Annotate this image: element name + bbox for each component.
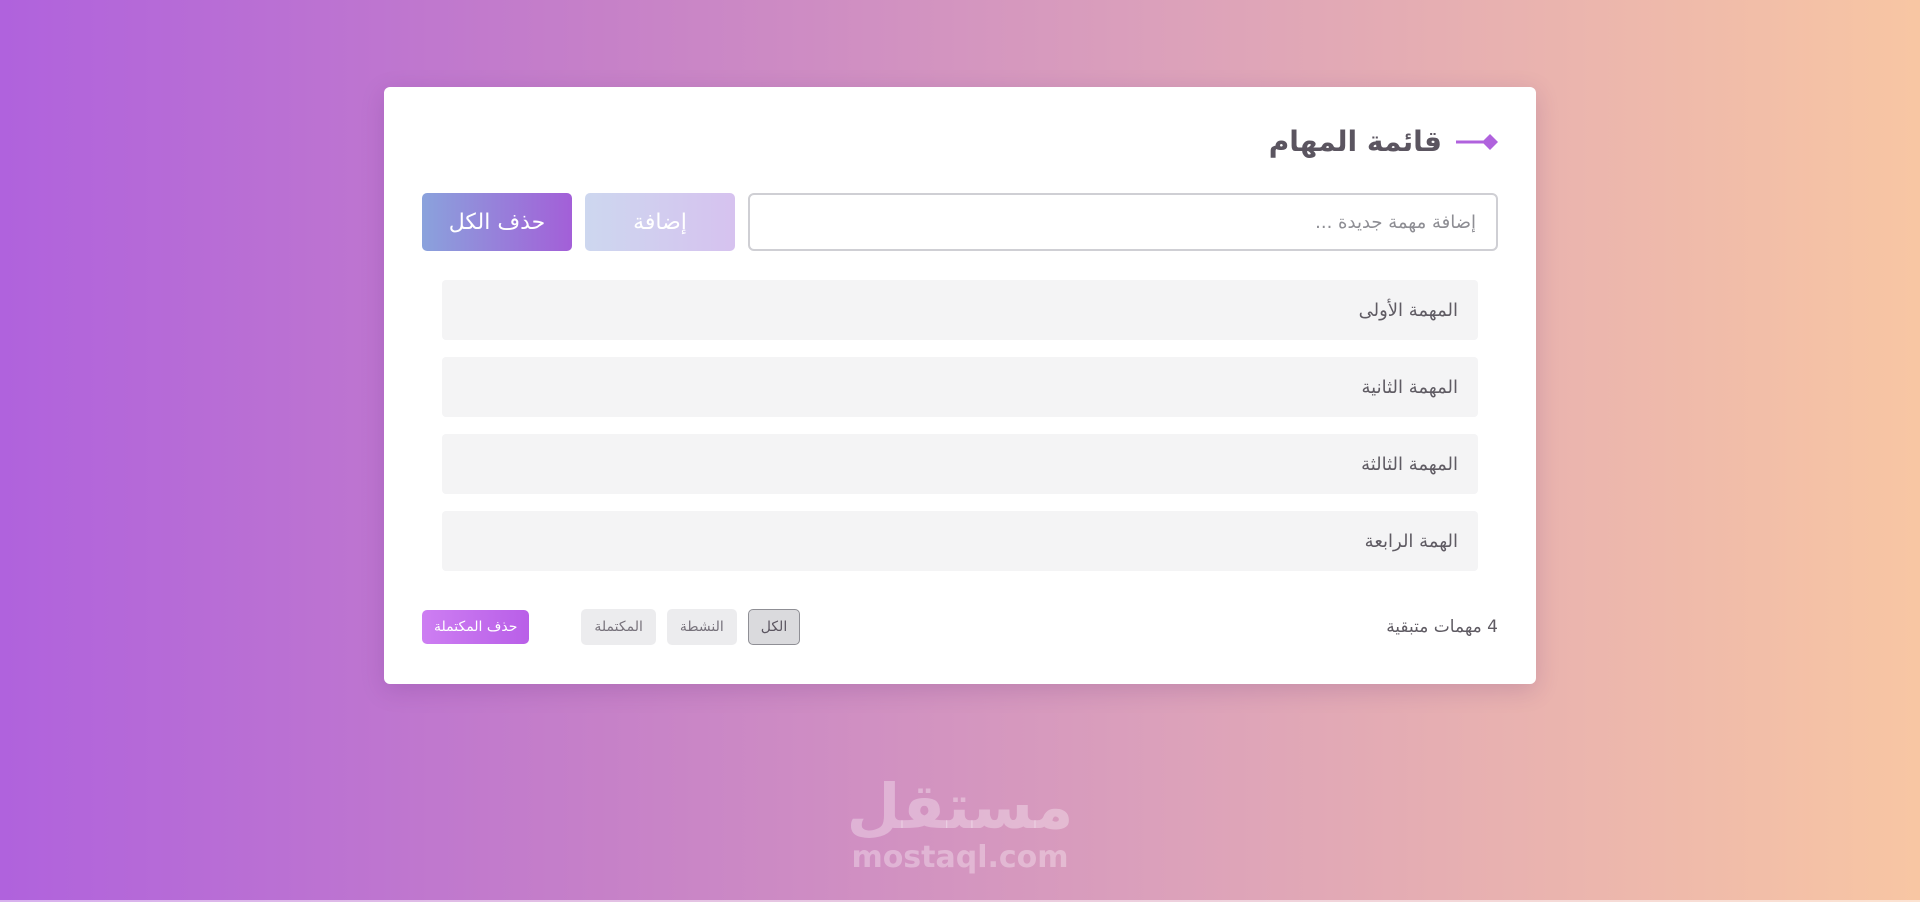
watermark: مستقل mostaql.com	[842, 772, 1078, 882]
pin-icon	[1456, 133, 1498, 150]
input-row: إضافة حذف الكل	[422, 193, 1498, 251]
task-item[interactable]: المهمة الثانية	[442, 357, 1478, 417]
footer: 4 مهمات متبقية الكل النشطة المكتملة حذف …	[422, 609, 1498, 645]
header: قائمة المهام	[1269, 125, 1498, 158]
task-label: المهمة الثالثة	[1361, 453, 1458, 475]
clear-all-button[interactable]: حذف الكل	[422, 193, 572, 251]
task-item[interactable]: المهمة الثالثة	[442, 434, 1478, 494]
task-label: المهمة الثانية	[1361, 376, 1458, 398]
filter-group: الكل النشطة المكتملة	[581, 609, 801, 645]
filter-active-button[interactable]: النشطة	[666, 609, 737, 645]
remaining-count: 4 مهمات متبقية	[1386, 617, 1498, 637]
clear-completed-button[interactable]: حذف المكتملة	[422, 610, 530, 644]
todo-card: قائمة المهام إضافة حذف الكل المهمة الأول…	[384, 87, 1536, 684]
watermark-url: mostaql.com	[851, 840, 1069, 875]
page-title: قائمة المهام	[1268, 125, 1442, 158]
task-item[interactable]: الهمة الرابعة	[442, 511, 1478, 571]
filter-completed-button[interactable]: المكتملة	[581, 609, 656, 645]
watermark-logo: مستقل	[846, 770, 1074, 843]
task-item[interactable]: المهمة الأولى	[442, 280, 1478, 340]
task-label: المهمة الأولى	[1358, 299, 1458, 321]
filter-all-button[interactable]: الكل	[747, 609, 801, 645]
add-button[interactable]: إضافة	[585, 193, 735, 251]
task-label: الهمة الرابعة	[1364, 530, 1458, 552]
task-list: المهمة الأولى المهمة الثانية المهمة الثا…	[442, 280, 1478, 588]
new-task-input[interactable]	[748, 193, 1498, 251]
